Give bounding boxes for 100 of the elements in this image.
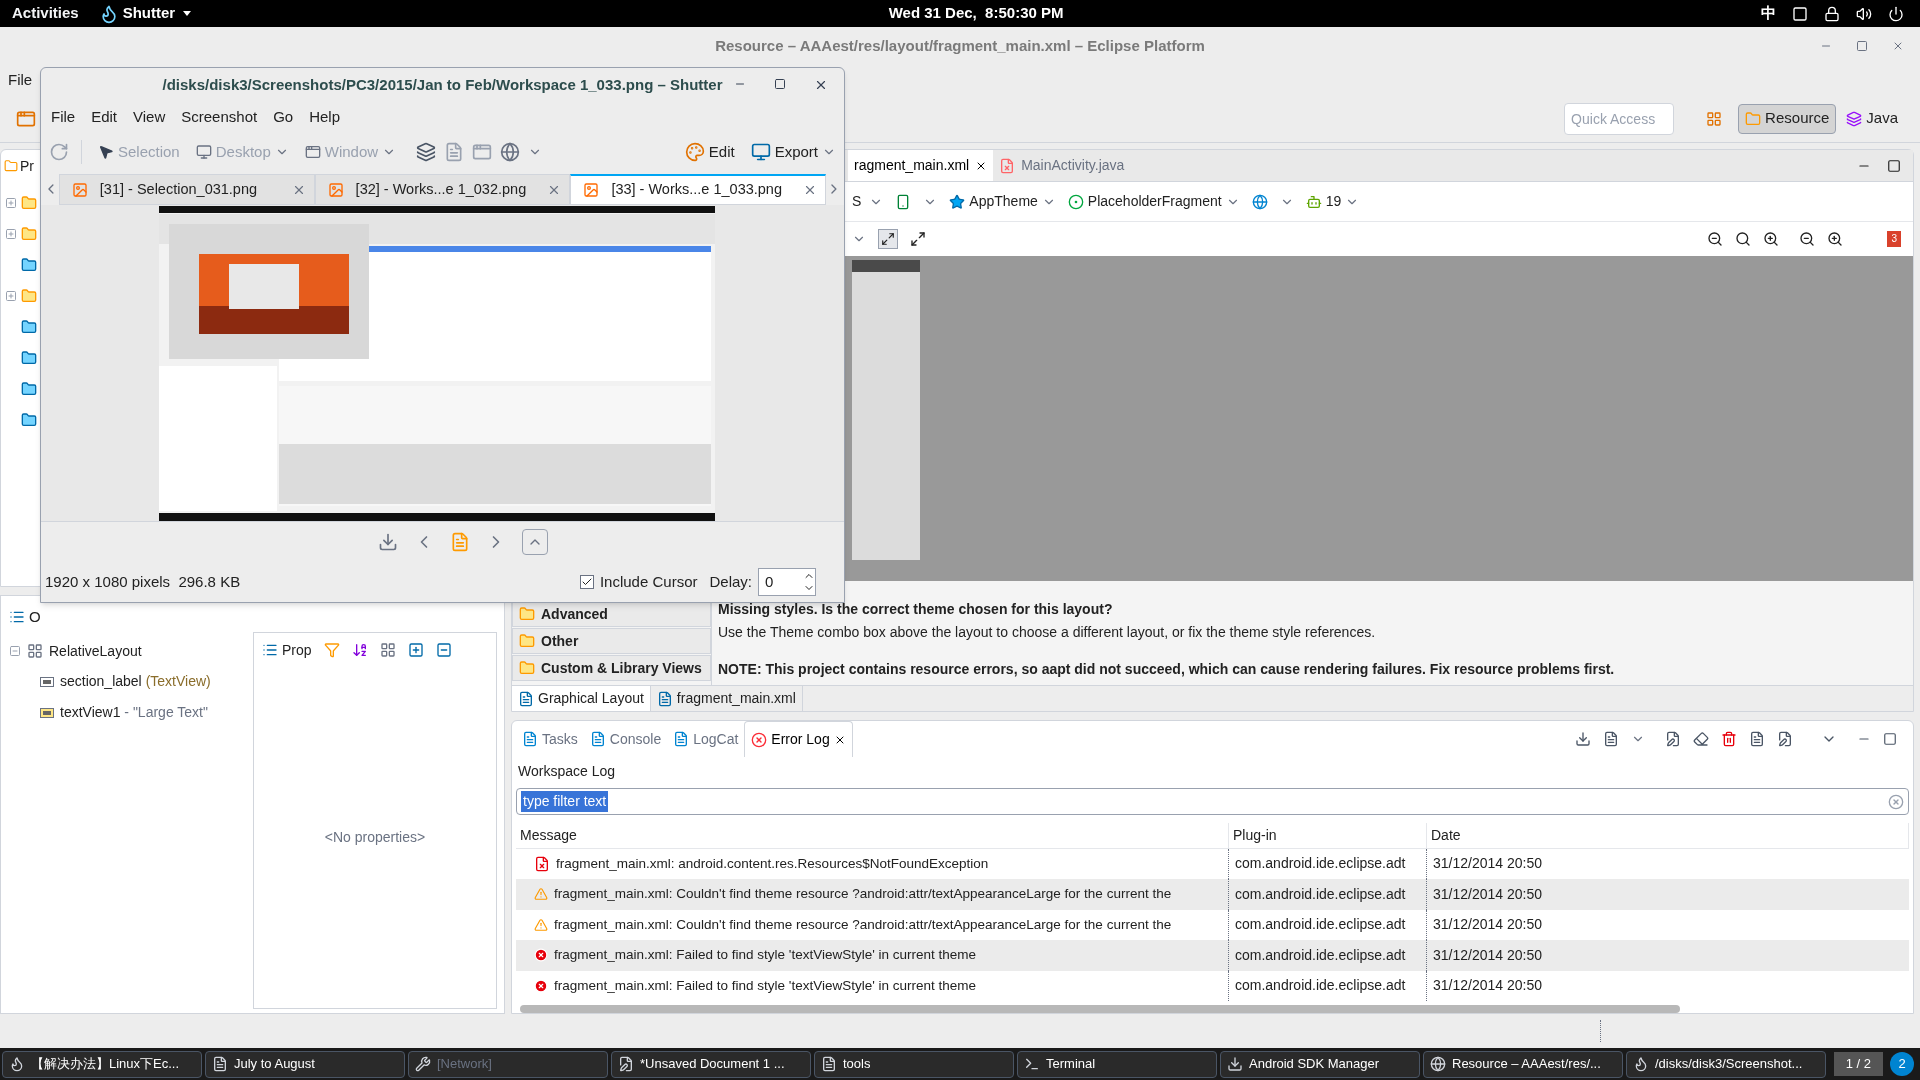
folder-icon <box>519 660 535 676</box>
delay-spinner[interactable]: 0 <box>758 568 816 596</box>
maximize-icon[interactable] <box>1887 158 1901 173</box>
perspective-button[interactable]: Resource <box>1738 103 1837 134</box>
expand-all-icon[interactable] <box>407 642 424 658</box>
taskbar-item[interactable]: July to August <box>205 1050 405 1078</box>
device-dropdown[interactable]: S <box>852 191 884 212</box>
open-perspective-icon[interactable] <box>1706 110 1723 127</box>
image-tab[interactable]: [31] - Selection_031.png <box>58 174 315 205</box>
editor-mode-tab[interactable]: Graphical Layout <box>512 686 651 711</box>
clear-filter-icon[interactable] <box>1888 793 1904 810</box>
expand-icon[interactable] <box>5 228 17 240</box>
clear-icon[interactable] <box>1693 731 1709 747</box>
quick-access-field[interactable]: Quick Access <box>1564 102 1675 135</box>
menu-item[interactable]: Help <box>309 105 341 129</box>
table-cell: com.android.ide.eclipse.adt <box>1229 970 1427 1002</box>
locale-icon[interactable] <box>1251 193 1268 210</box>
app-icon <box>1227 1056 1243 1072</box>
palette-category[interactable]: Custom & Library Views <box>512 655 711 681</box>
column-header[interactable]: Plug-in <box>1229 823 1427 848</box>
menu-item[interactable]: View <box>133 105 166 129</box>
class-icon <box>1067 193 1084 210</box>
collapse-icon[interactable] <box>9 645 21 657</box>
api-level-dropdown[interactable]: 19 <box>1305 191 1360 212</box>
app-icon <box>618 1056 634 1072</box>
panel-tab[interactable]: Prop <box>282 639 312 661</box>
menu-item[interactable]: Edit <box>91 105 118 129</box>
notification-count[interactable]: 2 <box>1890 1052 1914 1076</box>
column-header[interactable]: Message <box>516 823 1229 848</box>
activities-button[interactable]: Activities <box>12 2 79 25</box>
image-tab[interactable]: [33] - Works...e 1_033.png <box>570 174 827 205</box>
layout-toggle-icon[interactable] <box>878 229 898 249</box>
menu-item[interactable]: File <box>8 68 33 92</box>
first-button[interactable] <box>521 529 548 555</box>
error-badge[interactable]: 3 <box>1887 231 1901 247</box>
folder-icon <box>519 606 535 622</box>
menu-item[interactable]: Go <box>273 105 294 129</box>
zoom-in-icon[interactable] <box>1827 231 1844 247</box>
globe-icon[interactable] <box>500 142 521 162</box>
taskbar-item[interactable]: Resource – AAAest/res/... <box>1423 1050 1623 1078</box>
check-icon <box>580 576 593 588</box>
editor-tab[interactable]: ragment_main.xml <box>848 150 994 181</box>
panel-tab[interactable]: Pr <box>20 155 34 177</box>
caret-icon <box>183 11 192 16</box>
taskbar-item[interactable]: Android SDK Manager <box>1220 1050 1420 1078</box>
export-button[interactable]: Export <box>750 140 836 164</box>
palette-category[interactable]: Advanced <box>512 601 711 627</box>
edit-button[interactable]: Edit <box>684 140 735 164</box>
view-tab[interactable]: LogCat <box>667 721 745 757</box>
sort-icon[interactable] <box>351 642 368 658</box>
folder-icon <box>21 381 37 397</box>
zoom-out-icon[interactable] <box>1799 231 1816 247</box>
refresh-icon[interactable] <box>49 142 69 162</box>
import-icon[interactable] <box>1575 731 1591 747</box>
fragment-dropdown[interactable]: PlaceholderFragment <box>1067 191 1240 212</box>
maximize-icon[interactable] <box>774 78 786 90</box>
horizontal-scrollbar[interactable] <box>520 1005 1680 1013</box>
expand-icon[interactable] <box>5 197 17 209</box>
include-cursor-checkbox[interactable]: Include Cursor <box>579 570 698 594</box>
view-tab[interactable]: Tasks <box>516 721 584 757</box>
taskbar-item[interactable]: /disks/disk3/Screenshot... <box>1626 1050 1826 1078</box>
taskbar-item[interactable]: Terminal <box>1017 1050 1217 1078</box>
close-icon[interactable] <box>814 78 828 92</box>
taskbar-item[interactable]: tools <box>814 1050 1014 1078</box>
palette-icon <box>684 142 705 162</box>
perspective-button[interactable]: Java <box>1840 103 1904 134</box>
panel-tab[interactable]: O <box>29 605 41 629</box>
grid-icon[interactable] <box>379 642 396 658</box>
taskbar-item[interactable]: 【解决办法】Linux下Ec... <box>2 1050 202 1078</box>
view-tab[interactable]: Error Log <box>744 721 853 757</box>
delete-icon[interactable] <box>1721 731 1737 747</box>
taskbar-item[interactable]: *Unsaved Document 1 ... <box>611 1050 811 1078</box>
clock[interactable]: Wed 31 Dec, 8:50:30 PM <box>888 2 1064 25</box>
palette-category[interactable]: Other <box>512 628 711 654</box>
app-icon <box>1024 1056 1040 1072</box>
column-header[interactable]: Date <box>1427 823 1909 848</box>
workspace-pager[interactable]: 1 / 2 <box>1833 1052 1883 1076</box>
tree-item[interactable]: section_label (TextView) <box>60 671 211 692</box>
filter-field[interactable]: type filter text <box>516 788 1909 815</box>
app-menu[interactable]: Shutter <box>98 2 192 25</box>
menu-item[interactable]: Screenshot <box>181 105 258 129</box>
maximize-icon[interactable] <box>1883 732 1897 746</box>
tree-item[interactable]: textView1 - "Large Text" <box>60 702 208 723</box>
view-tab[interactable]: Console <box>583 721 668 757</box>
tree-item[interactable]: RelativeLayout <box>49 640 142 662</box>
menu-item[interactable]: File <box>51 105 76 129</box>
window-title: /disks/disk3/Screenshots/PC3/2015/Jan to Feb/Workspace 1_033.png – Shutter <box>162 74 723 95</box>
folder-icon <box>21 319 37 335</box>
empty-message: <No properties> <box>324 828 426 847</box>
maximize-icon[interactable] <box>1856 40 1868 52</box>
folder-icon <box>21 412 37 428</box>
input-method[interactable]: 中 <box>1761 2 1776 25</box>
volume-icon <box>1856 5 1872 22</box>
expand-icon[interactable] <box>5 290 17 302</box>
collapse-all-icon[interactable] <box>435 642 452 658</box>
theme-dropdown[interactable]: AppTheme <box>949 191 1056 212</box>
table-cell-text: 31/12/2014 20:50 <box>1432 884 1543 904</box>
editor-mode-tab[interactable]: fragment_main.xml <box>650 686 803 711</box>
editor-tab[interactable]: MainActivity.java <box>993 150 1131 181</box>
image-tab[interactable]: [32] - Works...e 1_032.png <box>314 174 571 205</box>
